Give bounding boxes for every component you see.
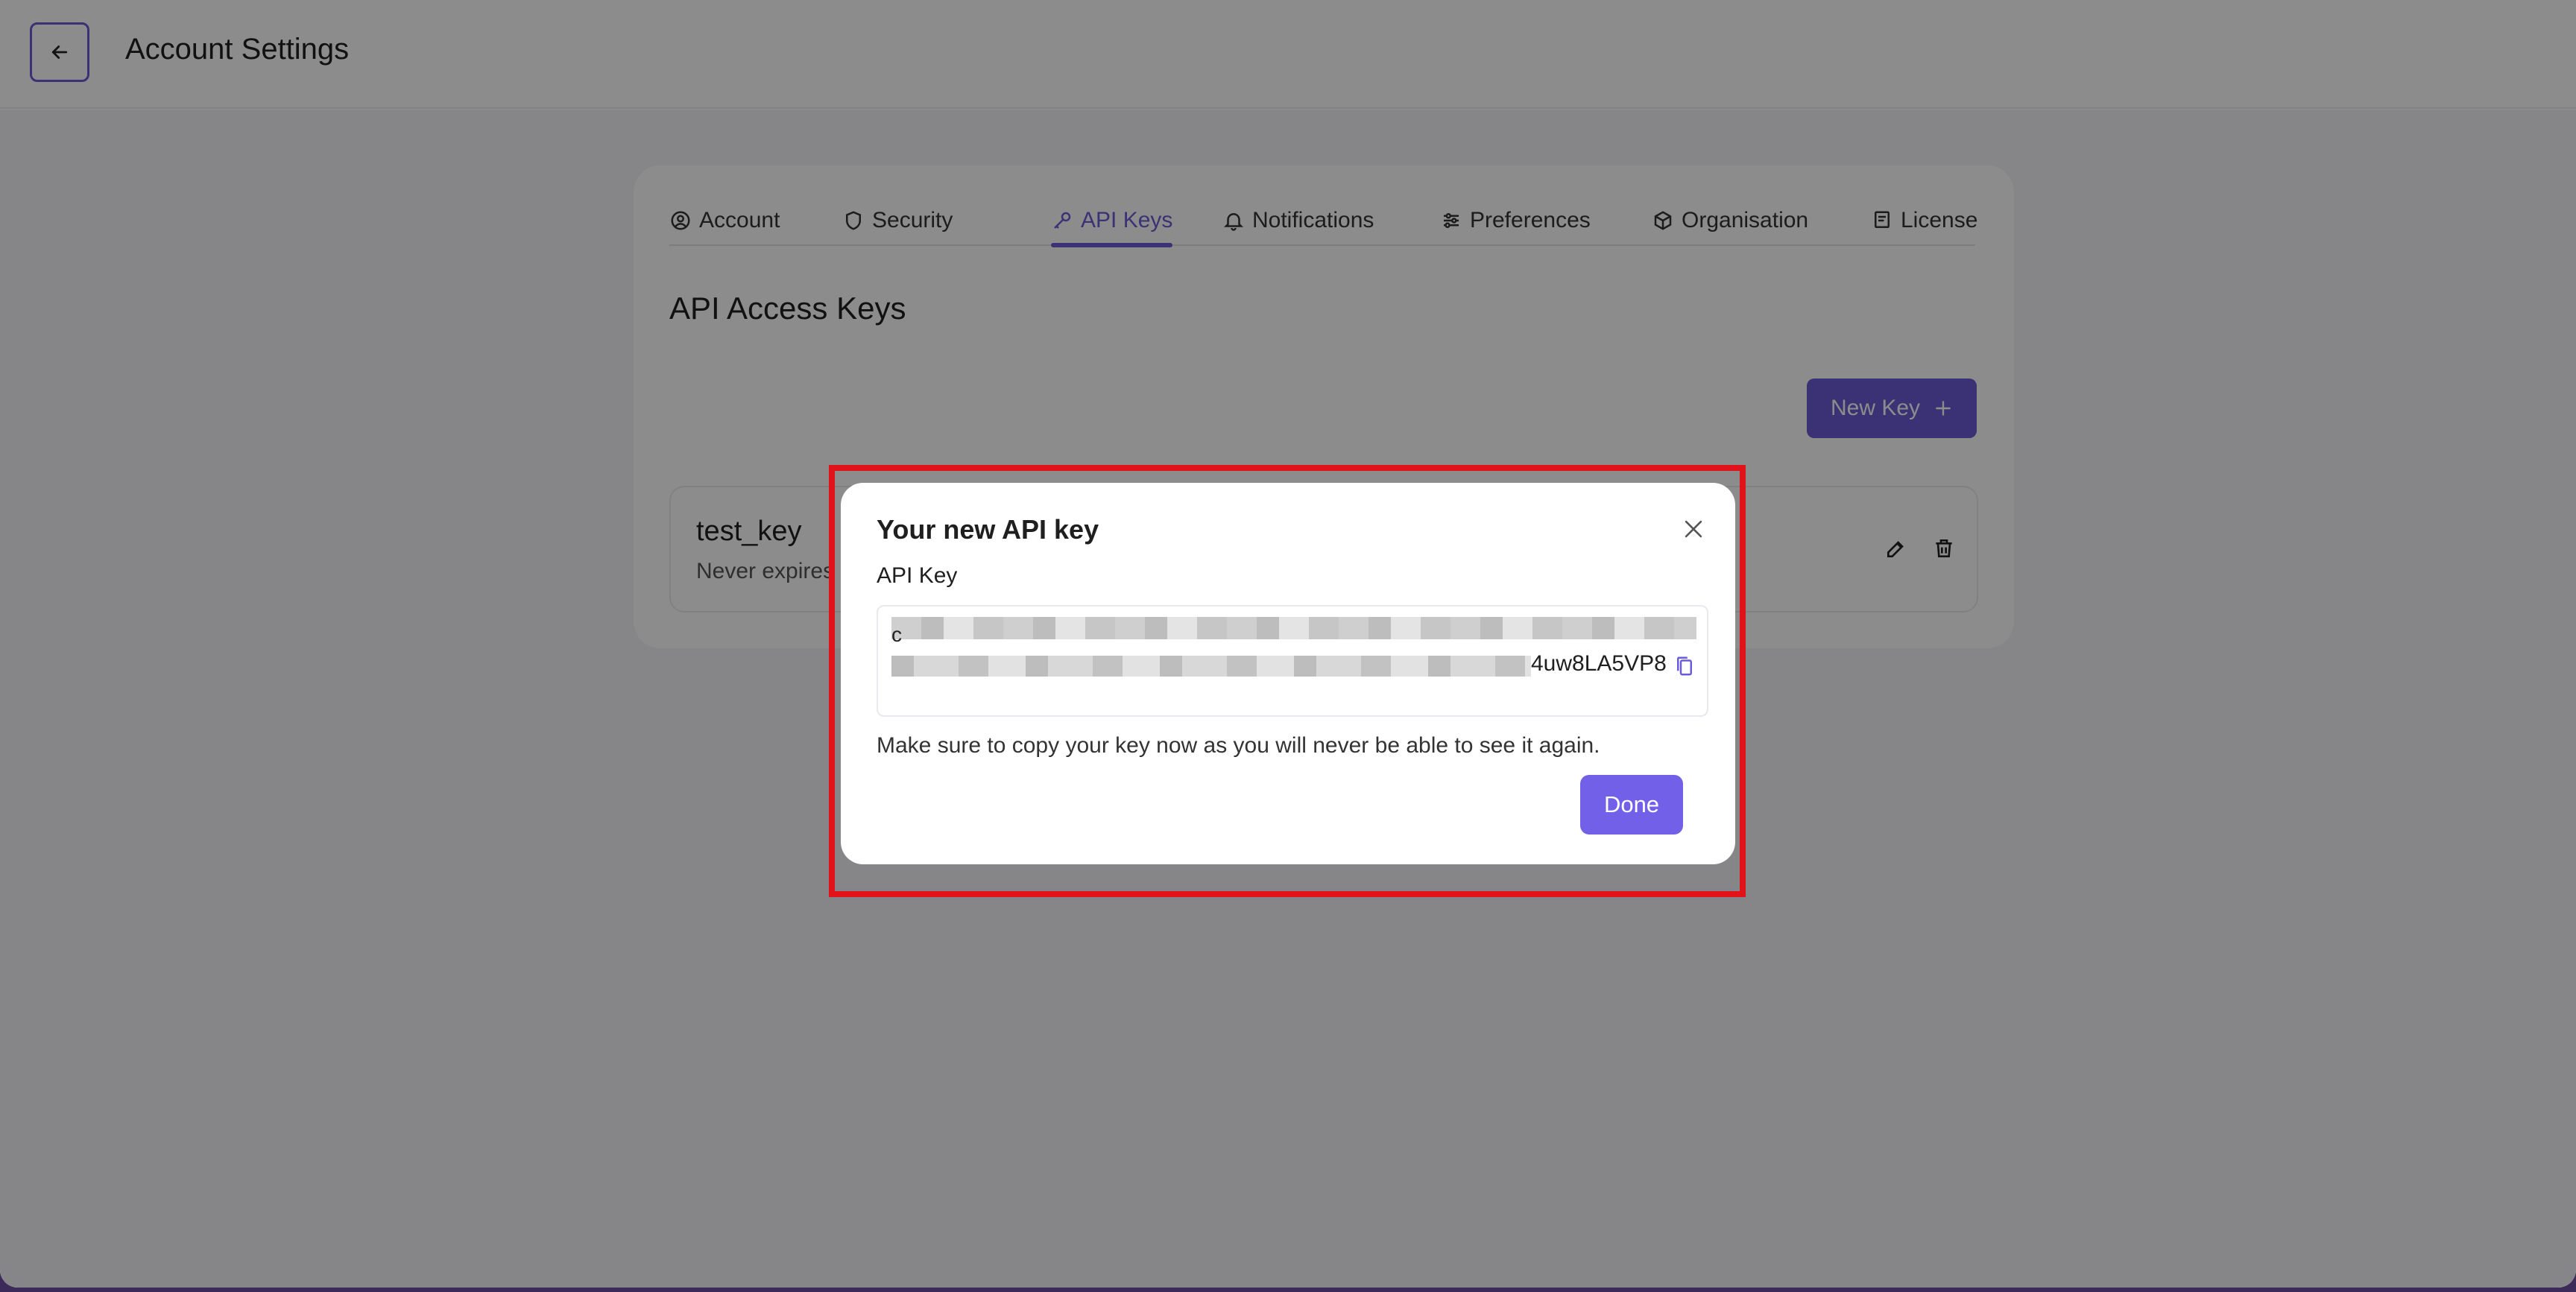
api-key-display[interactable]: c 4uw8LA5VP8	[877, 605, 1708, 717]
redacted-key-line	[891, 656, 1531, 677]
api-key-label: API Key	[877, 563, 958, 588]
redacted-key-line	[891, 617, 1696, 639]
close-button[interactable]	[1676, 511, 1711, 547]
close-icon	[1685, 520, 1702, 538]
done-button[interactable]: Done	[1580, 775, 1683, 835]
copy-warning: Make sure to copy your key now as you wi…	[877, 733, 1600, 758]
copy-icon	[1677, 656, 1692, 676]
key-leading-char: c	[891, 623, 902, 646]
modal-title: Your new API key	[877, 514, 1099, 545]
key-visible-suffix: 4uw8LA5VP8	[1531, 651, 1667, 676]
copy-button[interactable]	[1673, 653, 1696, 680]
new-api-key-modal: Your new API key API Key c 4uw8LA5VP8 Ma…	[841, 483, 1735, 864]
